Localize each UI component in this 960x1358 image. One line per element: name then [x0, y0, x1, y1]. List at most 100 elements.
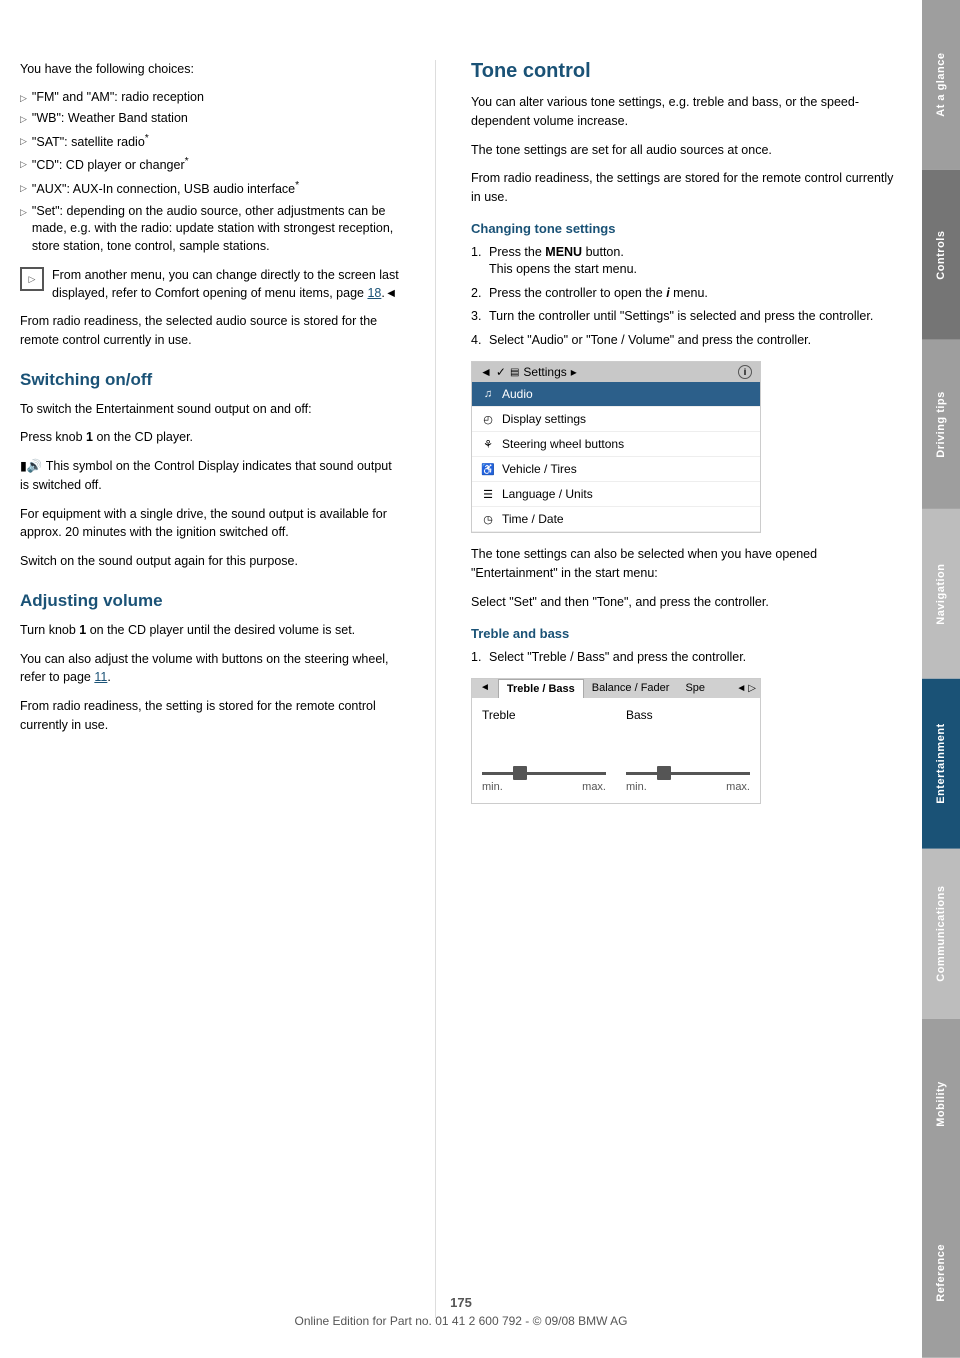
paragraph-radio-readiness: From radio readiness, the selected audio… — [20, 312, 400, 350]
bullet-icon: ▷ — [20, 158, 27, 171]
time-icon: ◷ — [480, 511, 496, 527]
main-content: You have the following choices: ▷ "FM" a… — [0, 0, 922, 1358]
volume-para1: Turn knob 1 on the CD player until the d… — [20, 621, 400, 640]
tab-spe[interactable]: Spe — [677, 679, 713, 698]
treble-bass-screenshot: ◄ Treble / Bass Balance / Fader Spe ◄ ▷ … — [471, 678, 761, 804]
sidebar-tab-entertainment[interactable]: Entertainment — [922, 679, 960, 849]
audio-icon: ♫ — [480, 386, 496, 402]
tone-step-2: 2. Press the controller to open the i me… — [471, 285, 902, 303]
note-box: From another menu, you can change direct… — [20, 267, 400, 302]
bullet-list: ▷ "FM" and "AM": radio reception ▷ "WB":… — [20, 89, 400, 255]
bass-thumb[interactable] — [657, 766, 671, 780]
bullet-icon: ▷ — [20, 206, 27, 219]
page-container: You have the following choices: ▷ "FM" a… — [0, 0, 960, 1358]
header-title: Settings — [523, 365, 566, 379]
left-column: You have the following choices: ▷ "FM" a… — [20, 60, 400, 1318]
menu-item-language[interactable]: ☰ Language / Units — [472, 482, 760, 507]
sidebar-tab-mobility[interactable]: Mobility — [922, 1019, 960, 1189]
treble-minmax: min. max. — [482, 781, 606, 793]
bullet-icon: ▷ — [20, 135, 27, 148]
tone-steps-list: 1. Press the MENU button.This opens the … — [471, 244, 902, 350]
menu-item-steering[interactable]: ⚘ Steering wheel buttons — [472, 432, 760, 457]
sidebar-tab-label: Reference — [935, 1244, 947, 1302]
bullet-icon: ▷ — [20, 92, 27, 105]
tone-intro3: From radio readiness, the settings are s… — [471, 169, 902, 207]
tone-control-title: Tone control — [471, 60, 902, 83]
settings-menu-screenshot: ◄ ✓ ▤ Settings ▸ i ♫ Audio ◴ Display set… — [471, 361, 761, 533]
sidebar-tab-navigation[interactable]: Navigation — [922, 509, 960, 679]
sidebar-tabs: At a glance Controls Driving tips Naviga… — [922, 0, 960, 1358]
sidebar-tab-label: Controls — [935, 230, 947, 279]
menu-item-display[interactable]: ◴ Display settings — [472, 407, 760, 432]
treble-label: Treble — [482, 708, 516, 722]
right-column: Tone control You can alter various tone … — [471, 60, 902, 1318]
list-item: ▷ "SAT": satellite radio* — [20, 132, 400, 152]
sidebar-tab-label: Driving tips — [935, 391, 947, 458]
tab-treble-bass[interactable]: Treble / Bass — [498, 679, 584, 698]
treble-thumb[interactable] — [513, 766, 527, 780]
sidebar-tab-driving-tips[interactable]: Driving tips — [922, 340, 960, 510]
menu-item-label: Vehicle / Tires — [502, 462, 577, 476]
volume-para2: You can also adjust the volume with butt… — [20, 650, 400, 688]
treble-bass-content: Treble min. max. Bass — [472, 698, 760, 803]
treble-slider-section: Treble min. max. — [482, 708, 606, 793]
sidebar-tab-controls[interactable]: Controls — [922, 170, 960, 340]
bass-min-label: min. — [626, 781, 647, 793]
bullet-text: "FM" and "AM": radio reception — [32, 89, 204, 107]
menu-item-vehicle[interactable]: ♿ Vehicle / Tires — [472, 457, 760, 482]
menu-item-label: Display settings — [502, 412, 586, 426]
footer-text: Online Edition for Part no. 01 41 2 600 … — [0, 1314, 922, 1328]
bass-track — [626, 772, 750, 775]
sidebar-tab-at-a-glance[interactable]: At a glance — [922, 0, 960, 170]
display-icon: ◴ — [480, 411, 496, 427]
after-menu-para1: The tone settings can also be selected w… — [471, 545, 902, 583]
tabs-row: ◄ Treble / Bass Balance / Fader Spe ◄ ▷ — [472, 679, 760, 698]
switching-para4: For equipment with a single drive, the s… — [20, 505, 400, 543]
after-menu-para2: Select "Set" and then "Tone", and press … — [471, 593, 902, 612]
header-check: ✓ — [496, 365, 506, 379]
bullet-text: "WB": Weather Band station — [32, 110, 188, 128]
changing-tone-heading: Changing tone settings — [471, 221, 902, 236]
switching-para1: To switch the Entertainment sound output… — [20, 400, 400, 419]
bass-max-label: max. — [726, 781, 750, 793]
bullet-text: "AUX": AUX-In connection, USB audio inte… — [32, 179, 299, 199]
bullet-text: "CD": CD player or changer* — [32, 155, 189, 175]
sidebar-tab-label: Mobility — [935, 1081, 947, 1127]
bullet-icon: ▷ — [20, 113, 27, 126]
treble-max-label: max. — [582, 781, 606, 793]
treble-bass-steps: 1. Select "Treble / Bass" and press the … — [471, 649, 902, 667]
list-item: ▷ "FM" and "AM": radio reception — [20, 89, 400, 107]
language-icon: ☰ — [480, 486, 496, 502]
list-item: ▷ "AUX": AUX-In connection, USB audio in… — [20, 179, 400, 199]
bullet-text: "Set": depending on the audio source, ot… — [32, 203, 400, 256]
tone-intro1: You can alter various tone settings, e.g… — [471, 93, 902, 131]
tone-intro2: The tone settings are set for all audio … — [471, 141, 902, 160]
menu-item-audio[interactable]: ♫ Audio — [472, 382, 760, 407]
list-item: ▷ "Set": depending on the audio source, … — [20, 203, 400, 256]
menu-item-label: Language / Units — [502, 487, 593, 501]
tab-balance[interactable]: Balance / Fader — [584, 679, 678, 698]
treble-min-label: min. — [482, 781, 503, 793]
column-divider — [435, 60, 436, 1318]
settings-header: ◄ ✓ ▤ Settings ▸ i — [472, 362, 760, 382]
switching-para5: Switch on the sound output again for thi… — [20, 552, 400, 571]
sidebar-tab-label: Communications — [935, 886, 947, 982]
page-number: 175 — [0, 1295, 922, 1310]
note-text: From another menu, you can change direct… — [52, 267, 400, 302]
volume-para3: From radio readiness, the setting is sto… — [20, 697, 400, 735]
treble-bass-step-1: 1. Select "Treble / Bass" and press the … — [471, 649, 902, 667]
settings-header-center: ◄ ✓ ▤ Settings ▸ — [480, 365, 577, 379]
bass-label: Bass — [626, 708, 653, 722]
bullet-text: "SAT": satellite radio* — [32, 132, 149, 152]
sidebar-tab-reference[interactable]: Reference — [922, 1188, 960, 1358]
tone-step-4: 4. Select "Audio" or "Tone / Volume" and… — [471, 332, 902, 350]
menu-item-label: Audio — [502, 387, 533, 401]
menu-item-time[interactable]: ◷ Time / Date — [472, 507, 760, 532]
tab-arrow-right: ▷ — [748, 683, 756, 694]
menu-item-label: Time / Date — [502, 512, 564, 526]
vehicle-icon: ♿ — [480, 461, 496, 477]
sidebar-tab-label: Navigation — [935, 564, 947, 625]
tone-step-3: 3. Turn the controller until "Settings" … — [471, 308, 902, 326]
list-item: ▷ "CD": CD player or changer* — [20, 155, 400, 175]
sidebar-tab-communications[interactable]: Communications — [922, 849, 960, 1019]
